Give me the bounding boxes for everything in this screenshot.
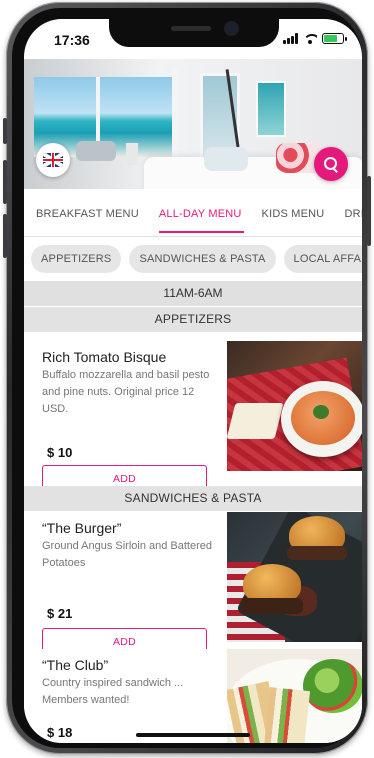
battery-icon — [322, 33, 347, 44]
phone-side-button-left — [3, 118, 7, 144]
item-photo — [227, 341, 362, 471]
hero-image — [24, 59, 362, 189]
menu-tabs: BREAKFAST MENU ALL-DAY MENU KIDS MENU DR… — [24, 197, 362, 237]
item-price: $ 18 — [47, 725, 73, 740]
item-photo — [227, 512, 362, 642]
front-camera — [226, 23, 237, 34]
phone-side-button-left-2 — [3, 160, 7, 204]
status-icons — [283, 33, 347, 44]
search-button[interactable] — [314, 147, 348, 181]
tab-drinks[interactable]: DRINKS — [334, 197, 362, 236]
phone-side-button-right — [367, 176, 371, 246]
chip-local-affairs[interactable]: LOCAL AFFAIRS — [283, 245, 362, 273]
item-name: “The Burger” — [42, 520, 122, 536]
item-description: Country inspired sandwich ... Members wa… — [42, 677, 184, 706]
signal-icon — [283, 33, 298, 44]
notch-speaker — [171, 26, 211, 31]
item-price: $ 10 — [47, 445, 73, 460]
menu-item[interactable]: “The Club” Country inspired sandwich ...… — [24, 649, 362, 743]
app-screen: 17:36 BREAKFAST MENU ALL-DAY MENU KIDS M… — [24, 19, 362, 743]
menu-item[interactable]: Rich Tomato Bisque Buffalo mozzarella an… — [24, 341, 362, 494]
phone-side-button-left-3 — [3, 214, 7, 258]
item-description: Buffalo mozzarella and basil pesto and p… — [42, 369, 210, 415]
tab-breakfast-menu[interactable]: BREAKFAST MENU — [24, 197, 149, 236]
item-name: Rich Tomato Bisque — [42, 349, 167, 365]
item-price: $ 21 — [47, 606, 73, 621]
language-button[interactable] — [36, 143, 70, 177]
category-chips: APPETIZERS SANDWICHES & PASTA LOCAL AFFA… — [24, 237, 362, 281]
item-photo — [227, 649, 362, 743]
serving-hours: 11AM-6AM — [24, 281, 362, 306]
phone-notch — [109, 19, 279, 47]
tab-all-day-menu[interactable]: ALL-DAY MENU — [149, 197, 252, 236]
chip-sandwiches-pasta[interactable]: SANDWICHES & PASTA — [129, 245, 276, 273]
search-icon — [324, 157, 338, 171]
chip-appetizers[interactable]: APPETIZERS — [31, 245, 122, 273]
item-name: “The Club” — [42, 657, 109, 673]
wifi-icon — [303, 33, 317, 44]
item-description: Ground Angus Sirloin and Battered Potato… — [42, 540, 213, 569]
section-header-sandwiches-pasta: SANDWICHES & PASTA — [24, 486, 362, 511]
section-header-appetizers: APPETIZERS — [24, 307, 362, 332]
tab-kids-menu[interactable]: KIDS MENU — [252, 197, 335, 236]
status-time: 17:36 — [54, 32, 90, 48]
menu-item[interactable]: “The Burger” Ground Angus Sirloin and Ba… — [24, 512, 362, 657]
home-indicator[interactable] — [136, 733, 250, 737]
uk-flag-icon — [43, 153, 63, 167]
